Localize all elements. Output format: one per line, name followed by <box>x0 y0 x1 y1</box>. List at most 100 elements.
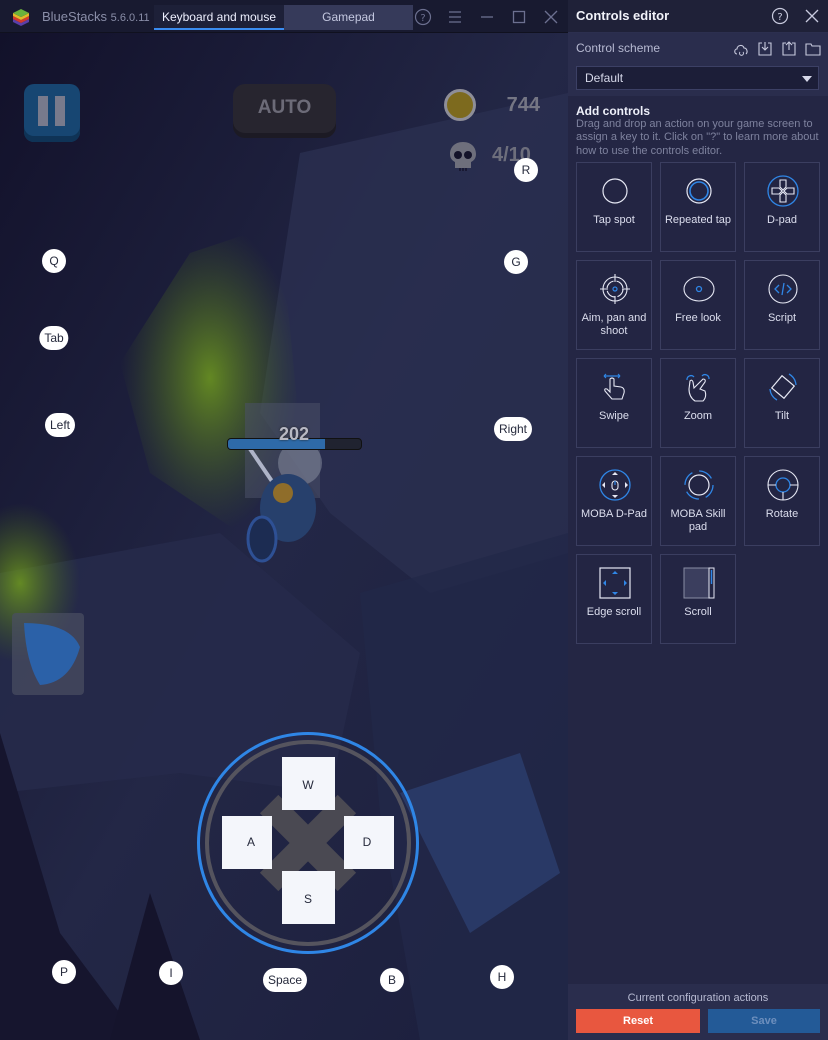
control-dpad[interactable]: D-pad <box>744 162 820 252</box>
key-space[interactable]: Space <box>262 968 308 992</box>
key-right[interactable]: Right <box>493 417 533 441</box>
control-swipe[interactable]: Swipe <box>576 358 652 448</box>
control-repeated-tap[interactable]: Repeated tap <box>660 162 736 252</box>
control-scheme-section: Control scheme Default <box>568 32 828 96</box>
control-scheme-value: Default <box>585 71 624 85</box>
swipe-hand-icon <box>603 373 625 400</box>
skull-icon <box>450 142 476 171</box>
key-b[interactable]: B <box>380 968 404 992</box>
dpad-icon <box>767 175 799 207</box>
panel-title: Controls editor <box>576 8 670 23</box>
control-label: MOBA Skill pad <box>670 508 726 533</box>
key-i[interactable]: I <box>159 961 183 985</box>
control-zoom[interactable]: Zoom <box>660 358 736 448</box>
wasd-dpad[interactable]: W A D S <box>197 732 419 954</box>
app-version: 5.6.0.11 <box>110 12 150 24</box>
key-h[interactable]: H <box>490 965 514 989</box>
close-icon[interactable] <box>542 8 560 26</box>
control-scheme-select[interactable]: Default <box>576 66 819 90</box>
control-label: Rotate <box>765 508 799 520</box>
title-bar: BlueStacks 5.6.0.11 Keyboard and mouse G… <box>0 0 568 33</box>
pinch-zoom-icon <box>686 374 710 402</box>
key-r[interactable]: R <box>514 158 538 182</box>
dpad-key-s: S <box>303 892 312 906</box>
control-moba-dpad[interactable]: MOBA D-Pad <box>576 456 652 546</box>
menu-icon[interactable] <box>446 8 464 26</box>
code-icon <box>768 274 798 304</box>
control-label: Repeated tap <box>664 214 732 226</box>
control-label: Swipe <box>599 410 629 422</box>
control-label: Script <box>767 312 797 324</box>
control-tilt[interactable]: Tilt <box>744 358 820 448</box>
control-tap-spot[interactable]: Tap spot <box>576 162 652 252</box>
app-name: BlueStacks <box>42 9 108 24</box>
control-label: Free look <box>675 312 721 324</box>
control-rotate[interactable]: Rotate <box>744 456 820 546</box>
eye-icon <box>683 276 715 302</box>
key-left[interactable]: Left <box>44 413 76 437</box>
control-aim-pan-shoot[interactable]: Aim, pan and shoot <box>576 260 652 350</box>
panel-header: Controls editor ? <box>568 0 828 32</box>
control-label: D-pad <box>767 214 797 226</box>
app-title: BlueStacks 5.6.0.11 <box>42 9 150 24</box>
add-controls-title: Add controls <box>576 104 650 118</box>
add-controls-description: Drag and drop an action on your game scr… <box>576 118 819 157</box>
controls-editor-panel: Controls editor ? Control scheme Default… <box>568 0 828 1040</box>
game-viewport[interactable]: BlueStacks 5.6.0.11 Keyboard and mouse G… <box>0 0 568 1040</box>
player-health-value: 202 <box>278 424 310 444</box>
maximize-icon[interactable] <box>510 8 528 26</box>
edge-scroll-icon <box>599 567 631 599</box>
scroll-icon <box>683 567 715 599</box>
auto-button[interactable]: AUTO <box>233 84 336 138</box>
control-label: Aim, pan and shoot <box>581 312 647 337</box>
tilt-icon <box>769 373 797 401</box>
dpad-key-d: D <box>362 835 372 849</box>
moba-dpad-icon <box>599 469 631 501</box>
svg-text:?: ? <box>420 13 425 24</box>
control-label: MOBA D-Pad <box>580 508 648 520</box>
control-edge-scroll[interactable]: Edge scroll <box>576 554 652 644</box>
control-script[interactable]: Script <box>744 260 820 350</box>
pause-button[interactable] <box>24 84 80 142</box>
help-icon[interactable]: ? <box>414 8 432 26</box>
key-tab[interactable]: Tab <box>39 326 69 350</box>
help-icon[interactable]: ? <box>771 7 789 25</box>
reset-button[interactable]: Reset <box>576 1009 700 1033</box>
tab-keyboard-and-mouse[interactable]: Keyboard and mouse <box>154 5 284 30</box>
close-icon[interactable] <box>803 7 821 25</box>
dpad-key-a: A <box>246 835 255 849</box>
key-g[interactable]: G <box>504 250 528 274</box>
import-icon[interactable] <box>756 40 774 58</box>
tab-gamepad[interactable]: Gamepad <box>284 5 413 30</box>
cloud-sync-icon[interactable] <box>732 40 750 58</box>
dpad-key-w: W <box>302 778 314 792</box>
key-p[interactable]: P <box>52 960 76 984</box>
coin-icon <box>444 89 476 121</box>
control-label: Scroll <box>684 606 712 618</box>
control-scroll[interactable]: Scroll <box>660 554 736 644</box>
repeated-tap-icon <box>686 178 712 204</box>
folder-icon[interactable] <box>804 40 822 58</box>
control-moba-skill-pad[interactable]: MOBA Skill pad <box>660 456 736 546</box>
key-q[interactable]: Q <box>42 249 66 273</box>
bluestacks-logo-icon <box>13 9 29 26</box>
svg-text:?: ? <box>777 12 782 23</box>
coin-count: 744 <box>506 94 540 116</box>
controls-grid: Tap spot Repeated tap D-pad Aim, pan and… <box>576 162 822 644</box>
control-scheme-label: Control scheme <box>576 41 661 55</box>
control-label: Zoom <box>683 410 713 422</box>
control-label: Tilt <box>774 410 790 422</box>
moba-skill-icon <box>684 470 714 500</box>
chevron-down-icon <box>802 76 812 82</box>
export-icon[interactable] <box>780 40 798 58</box>
save-button[interactable]: Save <box>708 1009 820 1033</box>
rotate-icon <box>767 469 799 501</box>
control-free-look[interactable]: Free look <box>660 260 736 350</box>
mode-tabs: Keyboard and mouse Gamepad <box>154 5 413 30</box>
control-label: Edge scroll <box>586 606 642 618</box>
footer-label: Current configuration actions <box>627 992 769 1004</box>
crosshair-icon <box>600 274 630 304</box>
minimize-icon[interactable] <box>478 8 496 26</box>
control-label: Tap spot <box>593 214 635 226</box>
tap-spot-icon <box>602 178 628 204</box>
